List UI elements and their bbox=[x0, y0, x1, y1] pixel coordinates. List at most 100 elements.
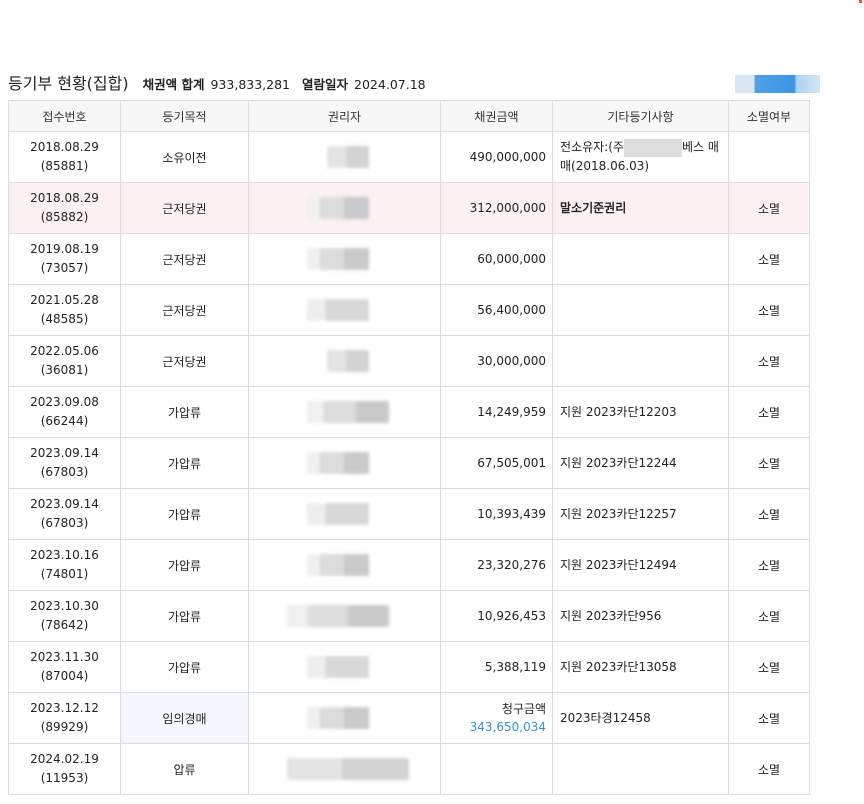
holder-cell-redacted bbox=[248, 692, 441, 744]
notes-cell: 지원 2023카단12203 bbox=[552, 386, 729, 438]
receipt-date: 2023.09.14 bbox=[30, 446, 99, 460]
view-date-label: 열람일자 bbox=[302, 77, 349, 92]
purpose-cell: 가압류 bbox=[120, 641, 249, 693]
amount-cell: 490,000,000 bbox=[440, 131, 553, 183]
col-header-extinction: 소멸여부 bbox=[728, 100, 810, 132]
receipt-number: (85881) bbox=[40, 159, 89, 173]
receipt-number: (78642) bbox=[40, 618, 89, 632]
corner-mark bbox=[859, 0, 862, 3]
amount-cell: 312,000,000 bbox=[440, 182, 553, 234]
receipt-number: (36081) bbox=[40, 363, 89, 377]
holder-cell-redacted bbox=[248, 437, 441, 489]
receipt-cell: 2023.12.12 (89929) bbox=[8, 692, 121, 744]
table-row: 2023.10.16 (74801) 가압류 23,320,276 지원 2023… bbox=[8, 539, 810, 591]
extinction-cell: 소멸 bbox=[728, 182, 810, 234]
extinction-cell: 소멸 bbox=[728, 590, 810, 642]
table-row: 2018.08.29 (85881) 소유이전 490,000,000 전소유자:… bbox=[8, 131, 810, 183]
claim-amount-label: 청구금액 bbox=[501, 702, 546, 716]
receipt-date: 2023.10.16 bbox=[30, 548, 99, 562]
notes-cell: 전소유자:(주 베스 매매(2018.06.03) bbox=[552, 131, 729, 183]
receipt-cell: 2019.08.19 (73057) bbox=[8, 233, 121, 285]
purpose-cell: 근저당권 bbox=[120, 182, 249, 234]
notes-cell bbox=[552, 743, 729, 795]
receipt-number: (67803) bbox=[40, 516, 89, 530]
extinction-cell: 소멸 bbox=[728, 743, 810, 795]
claim-total-label: 채권액 합계 bbox=[142, 77, 205, 92]
purpose-cell: 가압류 bbox=[120, 539, 249, 591]
receipt-number: (67803) bbox=[40, 465, 89, 479]
page-title: 등기부 현황(집합) bbox=[8, 74, 129, 93]
extinction-cell: 소멸 bbox=[728, 386, 810, 438]
redacted-area bbox=[735, 75, 820, 93]
notes-cell bbox=[552, 233, 729, 285]
col-header-amount: 채권금액 bbox=[440, 100, 553, 132]
notes-cell: 2023타경12458 bbox=[552, 692, 729, 744]
col-header-notes: 기타등기사항 bbox=[552, 100, 729, 132]
receipt-number: (48585) bbox=[40, 312, 89, 326]
receipt-number: (73057) bbox=[40, 261, 89, 275]
holder-cell-redacted bbox=[248, 590, 441, 642]
purpose-cell: 가압류 bbox=[120, 590, 249, 642]
table-row: 2021.05.28 (48585) 근저당권 56,400,000 소멸 bbox=[8, 284, 810, 336]
table-row: 2019.08.19 (73057) 근저당권 60,000,000 소멸 bbox=[8, 233, 810, 285]
notes-cell: 말소기준권리 bbox=[552, 182, 729, 234]
extinction-cell bbox=[728, 131, 810, 183]
table-row: 2023.09.14 (67803) 가압류 67,505,001 지원 2023… bbox=[8, 437, 810, 489]
register-table: 접수번호 등기목적 권리자 채권금액 기타등기사항 소멸여부 2018.08.2… bbox=[8, 100, 810, 795]
table-row-highlighted: 2018.08.29 (85882) 근저당권 312,000,000 말소기준권… bbox=[8, 182, 810, 234]
receipt-cell: 2024.02.19 (11953) bbox=[8, 743, 121, 795]
purpose-cell: 가압류 bbox=[120, 437, 249, 489]
holder-cell-redacted bbox=[248, 488, 441, 540]
extinction-cell: 소멸 bbox=[728, 284, 810, 336]
receipt-number: (74801) bbox=[40, 567, 89, 581]
amount-cell: 30,000,000 bbox=[440, 335, 553, 387]
amount-cell: 10,926,453 bbox=[440, 590, 553, 642]
notes-cell bbox=[552, 335, 729, 387]
notes-cell bbox=[552, 284, 729, 336]
receipt-number: (87004) bbox=[40, 669, 89, 683]
extinction-cell: 소멸 bbox=[728, 692, 810, 744]
amount-cell: 56,400,000 bbox=[440, 284, 553, 336]
holder-cell-redacted bbox=[248, 233, 441, 285]
holder-cell-redacted bbox=[248, 131, 441, 183]
table-row: 2023.11.30 (87004) 가압류 5,388,119 지원 2023카… bbox=[8, 641, 810, 693]
amount-cell: 60,000,000 bbox=[440, 233, 553, 285]
receipt-date: 2023.09.08 bbox=[30, 395, 99, 409]
register-summary-header: 등기부 현황(집합) 채권액 합계 933,833,281 열람일자 2024.… bbox=[8, 70, 438, 96]
purpose-cell: 근저당권 bbox=[120, 284, 249, 336]
table-row: 2023.09.14 (67803) 가압류 10,393,439 지원 2023… bbox=[8, 488, 810, 540]
table-row: 2022.05.06 (36081) 근저당권 30,000,000 소멸 bbox=[8, 335, 810, 387]
table-row: 2023.09.08 (66244) 가압류 14,249,959 지원 2023… bbox=[8, 386, 810, 438]
amount-cell: 5,388,119 bbox=[440, 641, 553, 693]
holder-cell-redacted bbox=[248, 539, 441, 591]
receipt-cell: 2023.11.30 (87004) bbox=[8, 641, 121, 693]
receipt-cell: 2022.05.06 (36081) bbox=[8, 335, 121, 387]
table-row: 2023.12.12 (89929) 임의경매 청구금액 343,650,034 2… bbox=[8, 692, 810, 744]
purpose-cell: 가압류 bbox=[120, 488, 249, 540]
claim-total-value: 933,833,281 bbox=[210, 77, 291, 92]
receipt-cell: 2023.09.08 (66244) bbox=[8, 386, 121, 438]
redacted-name bbox=[623, 138, 682, 157]
claim-amount-link[interactable]: 343,650,034 bbox=[441, 718, 546, 736]
holder-cell-redacted bbox=[248, 386, 441, 438]
notes-prefix: 전소유자:(주 bbox=[560, 140, 624, 154]
extinction-cell: 소멸 bbox=[728, 335, 810, 387]
extinction-cell: 소멸 bbox=[728, 437, 810, 489]
amount-cell: 67,505,001 bbox=[440, 437, 553, 489]
receipt-cell: 2021.05.28 (48585) bbox=[8, 284, 121, 336]
holder-cell-redacted bbox=[248, 743, 441, 795]
purpose-cell: 근저당권 bbox=[120, 335, 249, 387]
receipt-cell: 2023.09.14 (67803) bbox=[8, 488, 121, 540]
holder-cell-redacted bbox=[248, 284, 441, 336]
holder-cell-redacted bbox=[248, 641, 441, 693]
notes-cell: 지원 2023카단12494 bbox=[552, 539, 729, 591]
receipt-date: 2023.09.14 bbox=[30, 497, 99, 511]
amount-cell: 23,320,276 bbox=[440, 539, 553, 591]
holder-cell-redacted bbox=[248, 182, 441, 234]
view-date-value: 2024.07.18 bbox=[354, 77, 426, 92]
receipt-number: (85882) bbox=[40, 210, 89, 224]
receipt-cell: 2023.10.16 (74801) bbox=[8, 539, 121, 591]
purpose-cell: 임의경매 bbox=[120, 692, 249, 744]
purpose-cell: 근저당권 bbox=[120, 233, 249, 285]
col-header-receipt: 접수번호 bbox=[8, 100, 121, 132]
